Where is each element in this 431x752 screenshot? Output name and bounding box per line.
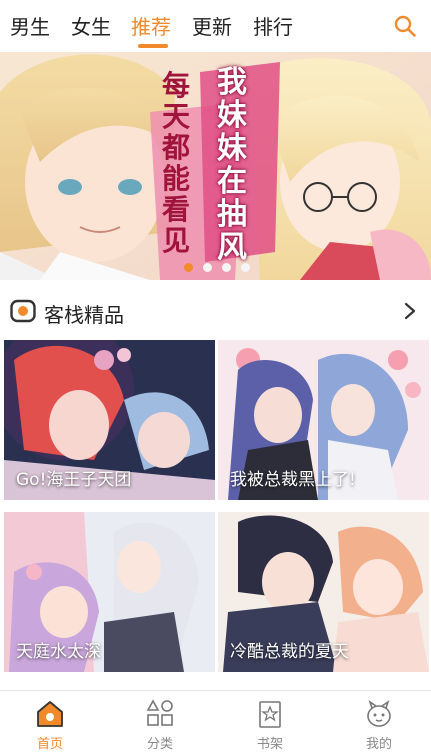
bottom-nav-category[interactable]: 分类 xyxy=(130,695,190,752)
bottom-nav-profile[interactable]: 我的 xyxy=(349,695,409,752)
section-title: 客栈精品 xyxy=(44,303,124,327)
category-icon xyxy=(146,699,173,726)
card-title: 我被总裁黑上了! xyxy=(230,470,356,490)
tab-updates[interactable]: 更新 xyxy=(192,11,232,40)
active-tab-indicator xyxy=(138,44,168,48)
carousel-dot[interactable] xyxy=(222,263,231,272)
bottom-nav: 首页 分类 书架 我的 xyxy=(0,690,431,752)
tab-ranking[interactable]: 排行 xyxy=(253,11,293,40)
banner-title-right: 我妹妹在抽风 xyxy=(217,65,247,265)
comic-card[interactable]: Go!海王子天团 xyxy=(4,340,215,500)
banner-carousel[interactable]: 每天都能看见 我妹妹在抽风 xyxy=(0,52,431,280)
bookshelf-icon xyxy=(259,701,281,728)
card-title: 天庭水太深 xyxy=(16,642,101,662)
carousel-dots xyxy=(0,263,431,273)
profile-icon xyxy=(367,700,391,727)
search-icon[interactable] xyxy=(393,14,417,38)
carousel-dot[interactable] xyxy=(203,263,212,272)
home-icon xyxy=(37,701,63,727)
comic-card[interactable]: 冷酷总裁的夏天 xyxy=(218,512,429,672)
bottom-nav-label: 我的 xyxy=(365,737,392,752)
tab-boys[interactable]: 男生 xyxy=(10,11,50,40)
comic-card[interactable]: 天庭水太深 xyxy=(4,512,215,672)
bottom-nav-label: 分类 xyxy=(146,737,173,752)
card-title: 冷酷总裁的夏天 xyxy=(230,642,349,662)
bottom-nav-label: 首页 xyxy=(36,737,63,752)
tab-girls[interactable]: 女生 xyxy=(71,11,111,40)
top-nav: 男生 女生 推荐 更新 排行 xyxy=(0,0,431,52)
bottom-nav-home[interactable]: 首页 xyxy=(20,695,80,752)
carousel-dot[interactable] xyxy=(184,263,193,272)
banner-title-left: 每天都能看见 xyxy=(161,69,190,257)
tab-recommend[interactable]: 推荐 xyxy=(131,11,171,40)
bottom-nav-bookshelf[interactable]: 书架 xyxy=(240,695,300,752)
bottom-nav-label: 书架 xyxy=(256,737,283,752)
card-title: Go!海王子天团 xyxy=(16,470,132,490)
carousel-dot[interactable] xyxy=(241,263,250,272)
comic-card[interactable]: 我被总裁黑上了! xyxy=(218,340,429,500)
section-header[interactable]: 客栈精品 xyxy=(0,290,431,334)
chevron-right-icon[interactable] xyxy=(403,301,417,321)
inn-icon xyxy=(10,299,36,323)
